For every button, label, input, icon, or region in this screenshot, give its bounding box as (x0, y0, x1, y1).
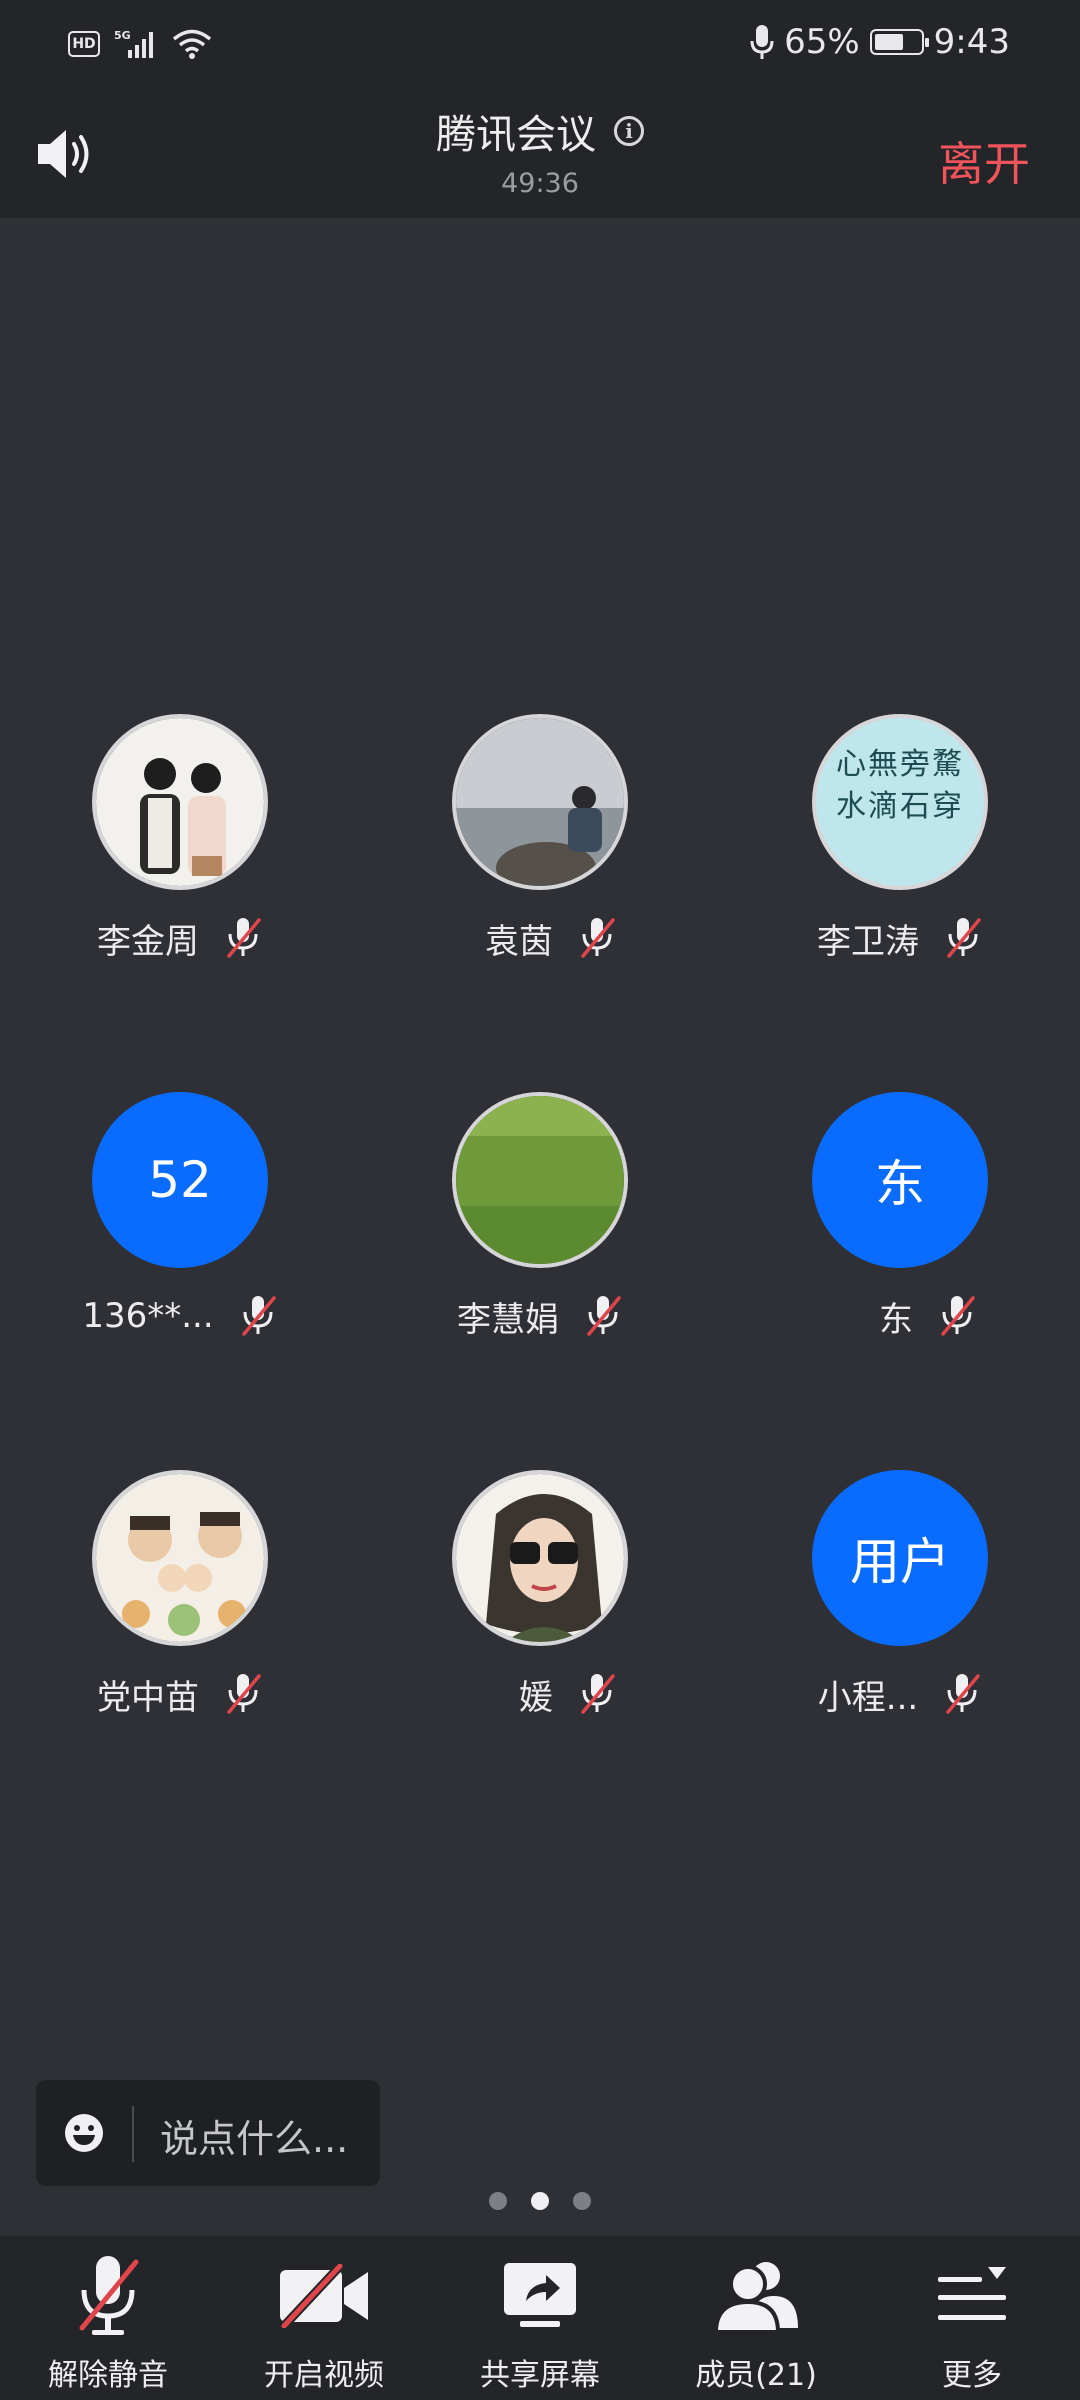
meeting-header: 腾讯会议 i 49:36 离开 (0, 92, 1080, 218)
avatar: 东 (812, 1092, 988, 1268)
mic-off-icon (79, 2256, 139, 2335)
hd-badge: HD (68, 31, 100, 57)
avatar (452, 1092, 628, 1268)
mic-muted-icon (581, 918, 615, 958)
share-screen-label: 共享屏幕 (480, 2358, 600, 2393)
chat-placeholder: 说点什么... (160, 2117, 349, 2161)
clock: 9:43 (933, 22, 1010, 62)
participant-tile[interactable]: 52 136**... (0, 1092, 360, 1338)
mic-muted-icon (227, 1674, 261, 1714)
wifi-icon (172, 29, 212, 59)
mic-muted-icon (941, 1296, 975, 1336)
emoji-icon[interactable] (64, 2113, 104, 2153)
mic-muted-icon (241, 1296, 276, 1336)
more-label: 更多 (942, 2358, 1002, 2393)
page-dot[interactable] (489, 2192, 507, 2210)
members-label: 成员(21) (695, 2358, 817, 2393)
avatar (92, 714, 268, 890)
share-screen-icon (504, 2263, 576, 2327)
battery-percent: 65% (784, 22, 860, 62)
avatar (452, 1470, 628, 1646)
participant-name: 136**... (82, 1296, 214, 1336)
status-left: HD 5G (68, 28, 212, 60)
svg-text:5G: 5G (114, 29, 131, 42)
mic-muted-icon (581, 1674, 615, 1714)
avatar-calligraphy: 心無旁騖 水滴石穿 (836, 747, 964, 824)
mic-muted-icon (227, 918, 261, 958)
participant-name: 媛 (519, 1677, 553, 1718)
meeting-duration: 49:36 (501, 168, 579, 199)
unmute-button[interactable]: 解除静音 (0, 2250, 216, 2394)
avatar (452, 714, 628, 890)
status-right: 65% 9:43 (750, 22, 1010, 62)
bottom-toolbar: 解除静音 开启视频 共享屏幕 成员(21) 更多 (0, 2236, 1080, 2400)
members-icon (713, 2262, 798, 2334)
page-dot-active[interactable] (531, 2192, 549, 2210)
mic-muted-icon (946, 1674, 980, 1714)
more-menu-icon (938, 2267, 1006, 2320)
participant-tile[interactable]: 东 东 (720, 1092, 1080, 1340)
status-bar: HD 5G 65% 9:43 (0, 0, 1080, 92)
participant-name: 小程... (817, 1677, 919, 1718)
start-video-label: 开启视频 (264, 2358, 384, 2393)
battery-icon (869, 29, 929, 55)
share-screen-button[interactable]: 共享屏幕 (432, 2250, 648, 2394)
participant-tile[interactable]: 用户 小程... (720, 1470, 1080, 1718)
info-icon[interactable]: i (614, 116, 644, 146)
page-indicator (0, 2192, 1080, 2210)
participant-tile[interactable]: 媛 (360, 1470, 720, 1718)
participant-name: 党中苗 (97, 1677, 199, 1718)
signal-icon: 5G (114, 29, 153, 58)
participant-tile[interactable]: 心無旁騖 水滴石穿 李卫涛 (720, 714, 1080, 962)
members-button[interactable]: 成员(21) (648, 2250, 864, 2394)
participant-name: 袁茵 (485, 921, 553, 962)
video-off-icon (280, 2264, 368, 2328)
participant-name: 东 (879, 1299, 913, 1340)
avatar: 心無旁騖 水滴石穿 (812, 714, 988, 890)
title-block: 腾讯会议 i 49:36 (0, 102, 1080, 199)
start-video-button[interactable]: 开启视频 (216, 2250, 432, 2394)
chat-input[interactable]: 说点什么... (36, 2080, 380, 2186)
participant-name: 李金周 (97, 921, 199, 962)
participant-tile[interactable]: 袁茵 (360, 714, 720, 962)
mic-muted-icon (947, 918, 981, 958)
meeting-title: 腾讯会议 (436, 112, 596, 158)
avatar: 52 (92, 1092, 268, 1268)
participant-tile[interactable]: 党中苗 (0, 1470, 360, 1718)
page-dot[interactable] (573, 2192, 591, 2210)
avatar: 用户 (812, 1470, 988, 1646)
chat-divider (132, 2106, 134, 2162)
leave-button[interactable]: 离开 (938, 128, 1030, 194)
participant-name: 李慧娟 (457, 1299, 559, 1340)
participant-tile[interactable]: 李慧娟 (360, 1092, 720, 1340)
participant-tile[interactable]: 李金周 (0, 714, 360, 962)
more-button[interactable]: 更多 (864, 2250, 1080, 2394)
participant-name: 李卫涛 (817, 921, 919, 962)
avatar (92, 1470, 268, 1646)
unmute-label: 解除静音 (48, 2358, 168, 2393)
mic-status-icon (750, 25, 774, 59)
mic-muted-icon (587, 1296, 621, 1336)
